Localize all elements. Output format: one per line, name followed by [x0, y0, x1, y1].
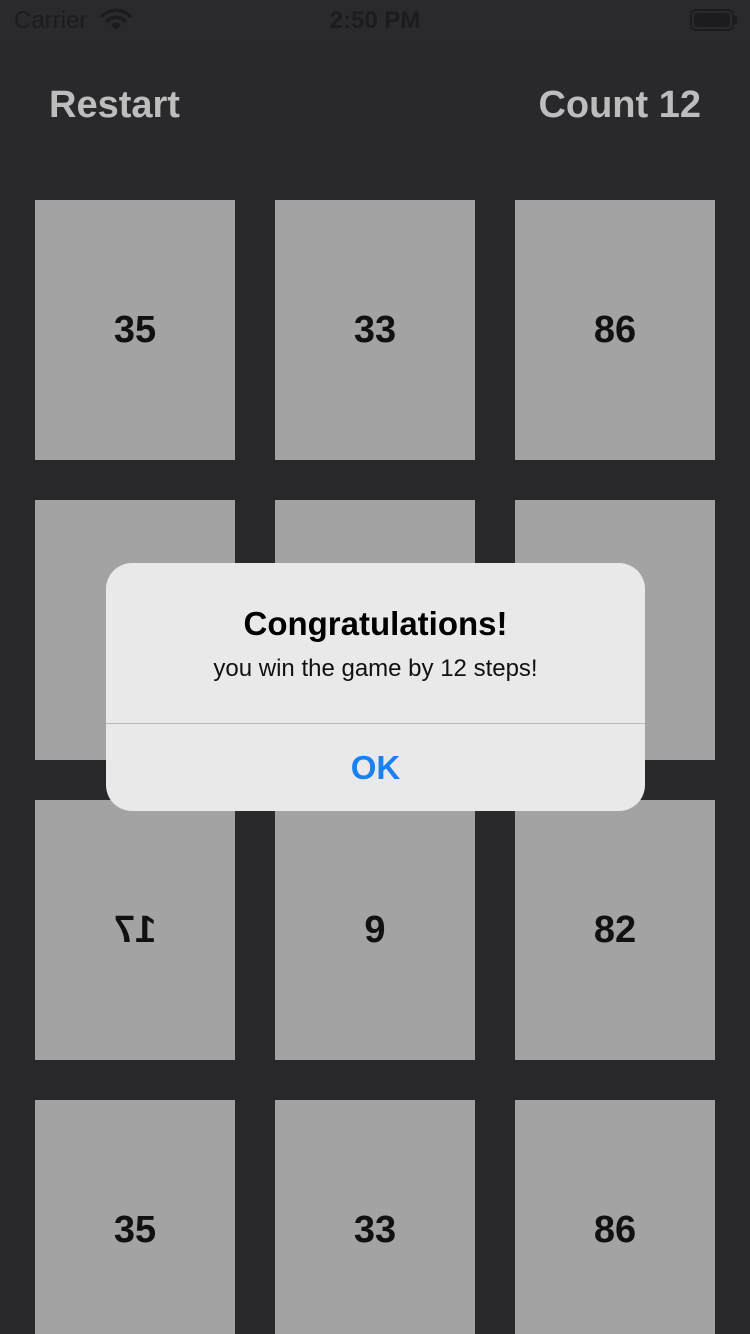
card-value: 35 — [113, 308, 157, 351]
card[interactable]: 33 — [275, 1100, 475, 1334]
status-time: 2:50 PM — [329, 7, 421, 34]
card[interactable]: 82 — [515, 800, 715, 1060]
card-value: 9 — [364, 908, 386, 951]
card-value: 86 — [593, 308, 637, 351]
status-bar: Carrier 2:50 PM — [0, 0, 750, 40]
ok-button[interactable]: OK — [106, 724, 645, 811]
card[interactable]: 86 — [515, 1100, 715, 1334]
card-value: 35 — [113, 1208, 157, 1251]
card[interactable]: 35 — [35, 1100, 235, 1334]
restart-button[interactable]: Restart — [49, 84, 180, 127]
count-label: Count 12 — [538, 84, 701, 126]
card[interactable]: 86 — [515, 200, 715, 460]
battery-icon — [690, 9, 737, 31]
card-value: 86 — [593, 1208, 637, 1251]
card-value: 17 — [113, 908, 157, 951]
alert-message: you win the game by 12 steps! — [213, 655, 538, 682]
card[interactable]: 17 — [35, 800, 235, 1060]
card[interactable]: 33 — [275, 200, 475, 460]
card[interactable]: 35 — [35, 200, 235, 460]
card-value: 33 — [353, 308, 397, 351]
card[interactable]: 9 — [275, 800, 475, 1060]
alert-dialog: Congratulations! you win the game by 12 … — [106, 563, 645, 811]
card-value: 82 — [593, 908, 637, 951]
alert-title: Congratulations! — [243, 605, 508, 642]
card-value: 33 — [353, 1208, 397, 1251]
